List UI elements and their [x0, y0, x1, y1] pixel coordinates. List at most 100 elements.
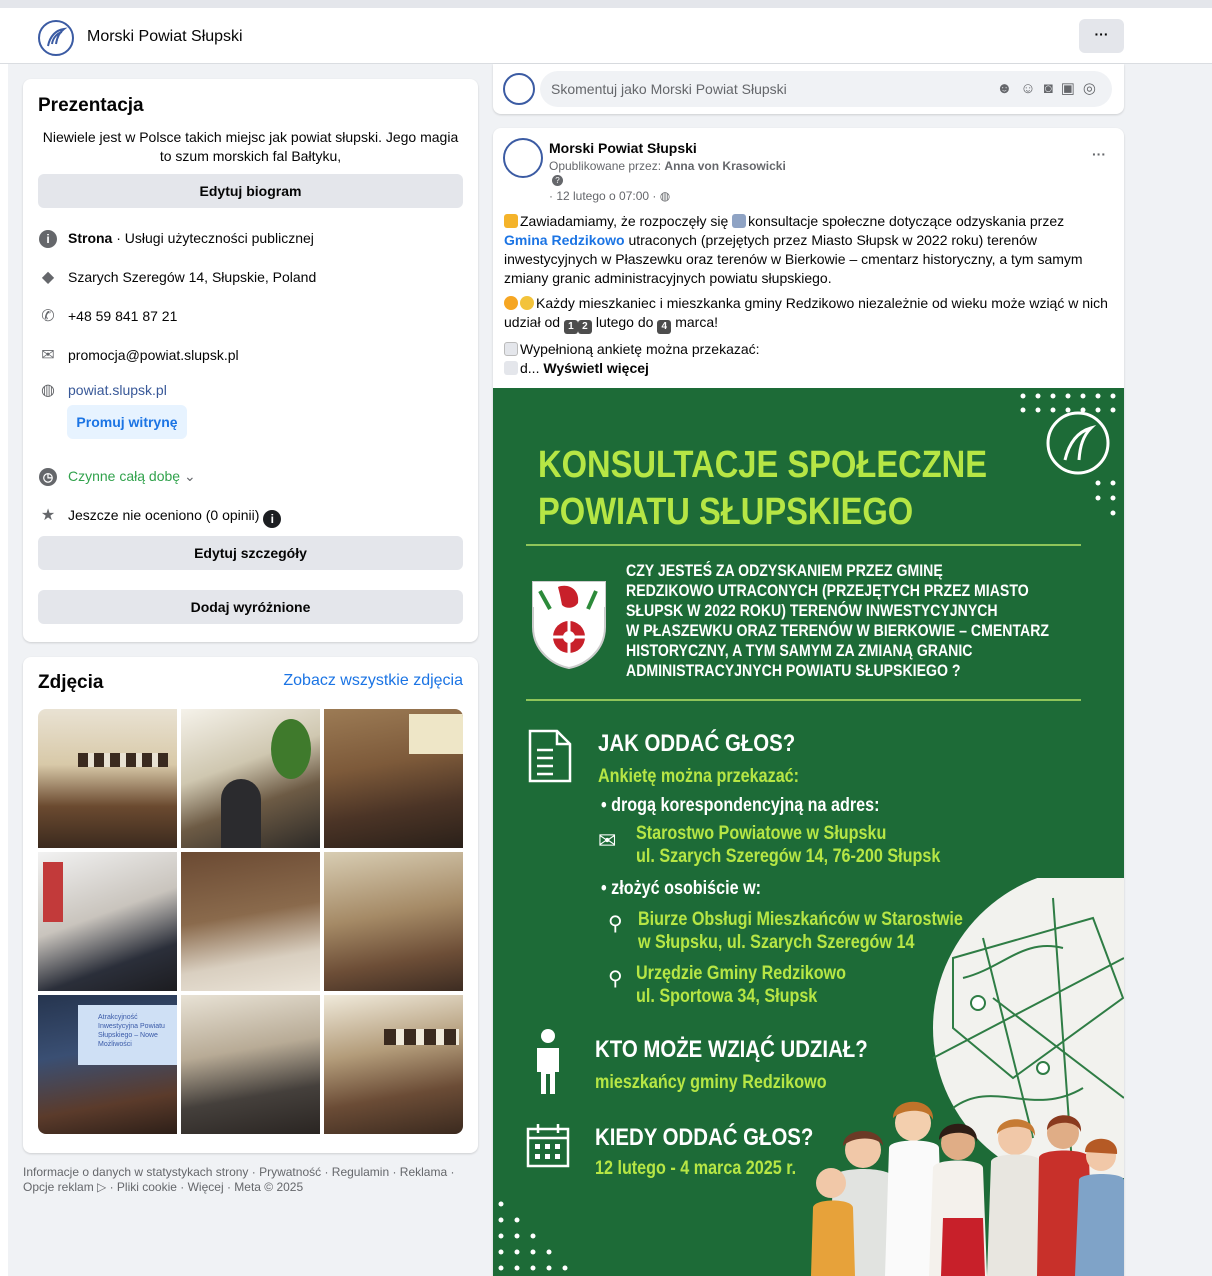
question-icon[interactable]: ? [552, 175, 563, 186]
gif-icon[interactable]: ▣ [1061, 80, 1083, 97]
globe-icon: ◍ [41, 382, 55, 399]
add-featured-button[interactable]: Dodaj wyróżnione [38, 590, 463, 624]
photos-card: Zdjęcia Zobacz wszystkie zdjęcia Atrakcy… [23, 657, 478, 1153]
photo-thumbnail[interactable] [324, 709, 463, 848]
address-text: Szarych Szeregów 14, Słupskie, Poland [68, 269, 317, 285]
footer-links-line2[interactable]: Opcje reklam ▷ · Pliki cookie · Więcej ·… [23, 1180, 478, 1195]
person-icon [537, 1029, 559, 1094]
page-title[interactable]: Morski Powiat Słupski [87, 28, 243, 46]
more-options-button[interactable]: ··· [1079, 19, 1124, 53]
website-link[interactable]: powiat.slupsk.pl [68, 382, 167, 398]
how-to-vote-heading: JAK ODDAĆ GŁOS? [598, 730, 796, 757]
sticker-icon[interactable]: ◎ [1083, 80, 1104, 97]
commenter-avatar[interactable] [503, 73, 535, 105]
document-icon [504, 342, 518, 356]
publisher-name[interactable]: Anna von Krasowicki [664, 159, 785, 173]
envelope-icon: ✉ [598, 828, 617, 853]
dot-pattern-decoration [498, 1201, 568, 1271]
photos-title: Zdjęcia [38, 672, 104, 693]
keycap-icon: 4 [657, 320, 672, 334]
info-circle-icon[interactable]: i [263, 510, 282, 528]
phone-text: +48 59 841 87 21 [68, 308, 178, 324]
avatar-sticker-icon[interactable]: ☻ [997, 80, 1021, 97]
poster-question: CZY JESTEŚ ZA ODZYSKANIEM PRZEZ GMINĘ RE… [626, 561, 1049, 681]
edit-bio-button[interactable]: Edytuj biogram [38, 174, 463, 208]
post-author-avatar[interactable] [503, 138, 543, 178]
edit-details-button[interactable]: Edytuj szczegóły [38, 536, 463, 570]
globe-icon: ◍ [659, 189, 671, 203]
photo-thumbnail[interactable]: Atrakcyjność Inwestycyjna Powiatu Słupsk… [38, 995, 177, 1134]
who-can-vote-heading: KTO MOŻE WZIĄĆ UDZIAŁ? [595, 1036, 868, 1063]
emoji-icon[interactable]: ☺ [1020, 80, 1043, 97]
poster-title-line: POWIATU SŁUPSKIEGO [538, 491, 914, 533]
photo-thumbnail[interactable] [324, 995, 463, 1134]
photo-thumbnail[interactable] [181, 709, 320, 848]
star-icon: ★ [40, 507, 56, 524]
person-emoji-icon [520, 296, 534, 310]
post-date-text: · 12 lutego o 07:00 · [549, 189, 657, 203]
intro-title: Prezentacja [38, 95, 144, 116]
see-more-link[interactable]: Wyświetl więcej [543, 360, 649, 376]
post-text-part: lutego do [591, 314, 658, 330]
post-author-name[interactable]: Morski Powiat Słupski [549, 140, 697, 156]
comment-placeholder: Skomentuj jako Morski Powiat Słupski [551, 81, 787, 97]
post-text-part: Wypełnioną ankietę można przekazać: [520, 341, 760, 357]
comment-input[interactable]: Skomentuj jako Morski Powiat Słupski ☻☺◙… [540, 71, 1112, 107]
published-by: Opublikowane przez: Anna von Krasowicki [549, 159, 786, 173]
envelope-icon [504, 361, 518, 375]
post-text: Zawiadamiamy, że rozpoczęły się konsulta… [504, 212, 1109, 384]
page-logo[interactable] [38, 20, 74, 56]
see-all-photos-link[interactable]: Zobacz wszystkie zdjęcia [283, 672, 463, 690]
comment-tools: ☻☺◙▣◎ [997, 79, 1104, 97]
post-text-part: d... [520, 360, 544, 376]
camera-icon[interactable]: ◙ [1044, 80, 1061, 97]
post-text-part: marca! [671, 314, 719, 330]
poster-question-line: HISTORYCZNY, A TYM SAMYM ZA ZMIANĄ GRANI… [626, 641, 973, 660]
published-by-prefix: Opublikowane przez: [549, 159, 665, 173]
comment-composer: Skomentuj jako Morski Powiat Słupski ☻☺◙… [493, 64, 1124, 114]
photo-thumbnail[interactable] [38, 852, 177, 991]
photo-grid: Atrakcyjność Inwestycyjna Powiatu Słupsk… [38, 709, 463, 1134]
post-text-part: Zawiadamiamy, że rozpoczęły się [520, 213, 733, 229]
post-date[interactable]: · 12 lutego o 07:00 · ◍ [549, 189, 670, 203]
promote-website-button[interactable]: Promuj witrynę [67, 405, 187, 439]
poster-question-line: REDZIKOWO UTRACONYCH (PRZEJĘTYCH PRZEZ M… [626, 581, 1029, 600]
divider [526, 699, 1081, 701]
bio-text: Niewiele jest w Polsce takich miejsc jak… [42, 129, 459, 164]
photo-thumbnail[interactable] [181, 852, 320, 991]
photo-thumbnail[interactable] [38, 709, 177, 848]
post-paragraph: Zawiadamiamy, że rozpoczęły się konsulta… [504, 212, 1109, 288]
people-illustration [811, 1101, 1124, 1276]
photo-thumbnail[interactable] [324, 852, 463, 991]
postal-address: Starostwo Powiatowe w Słupsku ul. Szarych… [636, 822, 940, 868]
gmina-redzikowo-link[interactable]: Gmina Redzikowo [504, 232, 625, 248]
post-more-button[interactable]: ··· [1092, 146, 1106, 162]
megaphone-icon [504, 214, 518, 228]
location-2-line: Urzędzie Gminy Redzikowo [636, 963, 846, 984]
rating-text: Jeszcze nie oceniono (0 opinii) [68, 507, 260, 523]
footer-links-line1[interactable]: Informacje o danych w statystykach stron… [23, 1165, 478, 1180]
poster-question-line: SŁUPSK W 2022 ROKU) TERENÓW INWESTYCYJNY… [626, 601, 998, 620]
poster-title: KONSULTACJE SPOŁECZNE POWIATU SŁUPSKIEGO [538, 442, 987, 536]
in-person-option: • złożyć osobiście w: [601, 878, 762, 899]
photo-thumbnail[interactable] [181, 995, 320, 1134]
phone-icon: ✆ [41, 308, 55, 325]
poster-question-line: W PŁASZEWKU ORAZ TERENÓW W BIERKOWIE – C… [626, 621, 1050, 640]
poster-title-line: KONSULTACJE SPOŁECZNE [538, 444, 988, 486]
feed-post: Morski Powiat Słupski Opublikowane przez… [493, 128, 1124, 1276]
postal-address-line: ul. Szarych Szeregów 14, 76-200 Słupsk [636, 846, 941, 867]
category-value: · Usługi użyteczności publicznej [112, 230, 314, 246]
intro-card: Prezentacja Niewiele jest w Polsce takic… [23, 79, 478, 642]
form-document-icon [528, 729, 572, 783]
presentation-slide-text: Atrakcyjność Inwestycyjna Powiatu Słupsk… [98, 1014, 165, 1048]
calendar-icon [526, 1124, 570, 1168]
mail-icon: ✉ [41, 347, 55, 364]
post-image[interactable]: KONSULTACJE SPOŁECZNE POWIATU SŁUPSKIEGO … [493, 388, 1124, 1276]
location-pin-icon: ⚲ [608, 913, 623, 935]
location-pin-icon: ⚲ [608, 968, 623, 990]
postal-address-line: Starostwo Powiatowe w Słupsku [636, 823, 887, 844]
dot-pattern-decoration [1020, 393, 1116, 516]
directions-icon: ◆ [41, 269, 55, 286]
voting-period: 12 lutego - 4 marca 2025 r. [595, 1158, 797, 1179]
clock-icon: ◷ [38, 467, 58, 487]
